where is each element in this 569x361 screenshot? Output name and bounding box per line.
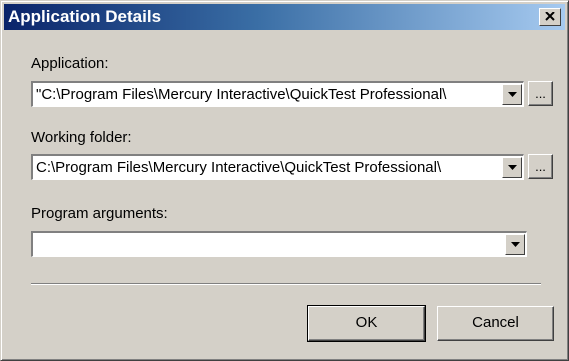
application-browse-button[interactable]: ... xyxy=(528,81,553,106)
chevron-down-icon xyxy=(508,165,517,170)
program-arguments-dropdown-button[interactable] xyxy=(505,234,525,255)
close-button[interactable] xyxy=(539,8,561,26)
ok-button[interactable]: OK xyxy=(307,305,426,342)
program-arguments-combo[interactable] xyxy=(31,231,527,257)
title-bar[interactable]: Application Details xyxy=(4,4,565,30)
application-combo[interactable]: "C:\Program Files\Mercury Interactive\Qu… xyxy=(31,81,524,107)
dialog-title: Application Details xyxy=(8,7,162,26)
close-icon xyxy=(545,12,555,21)
working-folder-browse-button[interactable]: ... xyxy=(528,154,553,179)
program-arguments-label: Program arguments: xyxy=(31,205,168,222)
working-folder-combo[interactable]: C:\Program Files\Mercury Interactive\Qui… xyxy=(31,154,524,180)
application-details-dialog: Application Details Application: "C:\Pro… xyxy=(0,0,569,361)
separator xyxy=(31,283,541,285)
working-folder-dropdown-button[interactable] xyxy=(502,157,522,178)
chevron-down-icon xyxy=(511,242,520,247)
working-folder-value: C:\Program Files\Mercury Interactive\Qui… xyxy=(36,159,442,176)
working-folder-label: Working folder: xyxy=(31,129,132,146)
application-value: "C:\Program Files\Mercury Interactive\Qu… xyxy=(36,86,447,103)
cancel-button[interactable]: Cancel xyxy=(437,306,554,341)
chevron-down-icon xyxy=(508,92,517,97)
application-label: Application: xyxy=(31,55,109,72)
application-dropdown-button[interactable] xyxy=(502,84,522,105)
